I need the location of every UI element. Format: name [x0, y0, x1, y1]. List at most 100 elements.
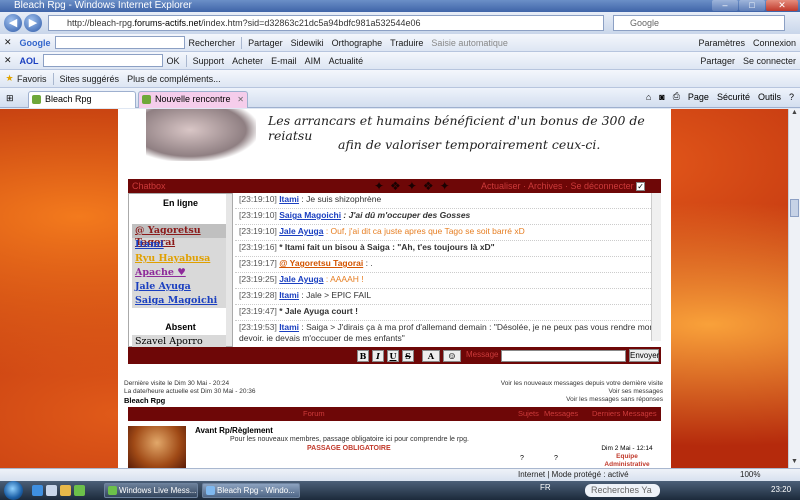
- sidewiki-button[interactable]: Sidewiki: [287, 34, 328, 51]
- new-messages-link[interactable]: Voir les nouveaux messages depuis votre …: [501, 380, 663, 388]
- online-scrollbar[interactable]: [226, 194, 232, 346]
- desktop-quicklaunch-icon[interactable]: [46, 485, 57, 496]
- strike-button[interactable]: S: [402, 350, 414, 362]
- message-links: Voir les nouveaux messages depuis votre …: [501, 380, 663, 404]
- message-author[interactable]: @ Yagoretsu Tagorai: [279, 258, 363, 268]
- message-author[interactable]: Itami: [279, 290, 299, 300]
- color-picker-button[interactable]: A: [422, 350, 440, 362]
- taskbar-search-input[interactable]: Recherches Ya: [585, 484, 660, 497]
- email-button[interactable]: E-mail: [267, 52, 301, 69]
- support-button[interactable]: Support: [189, 52, 229, 69]
- message-author[interactable]: Jale Ayuga: [279, 226, 323, 236]
- close-button[interactable]: ✕: [766, 0, 798, 11]
- favorites-button[interactable]: ★ Favoris: [0, 70, 51, 87]
- breadcrumb[interactable]: Bleach Rpg: [124, 397, 256, 405]
- home-icon[interactable]: ⌂: [646, 92, 651, 102]
- tab-bleach-rpg[interactable]: Bleach Rpg: [28, 91, 136, 108]
- smiley-button[interactable]: ☺: [443, 350, 461, 362]
- ie-quicklaunch-icon[interactable]: [32, 485, 43, 496]
- toolbar-close-icon[interactable]: ✕: [0, 52, 16, 69]
- last-post-date: Dim 2 Mai - 12:14: [601, 445, 653, 452]
- message-author[interactable]: Jale Ayuga: [279, 274, 323, 284]
- suggested-sites-button[interactable]: Sites suggérés: [56, 70, 124, 87]
- chat-message: [23:19:28] Itami : Jale > EPIC FAIL: [235, 289, 661, 305]
- taskbar-item-messenger[interactable]: Windows Live Mess...: [104, 483, 198, 498]
- chat-scrollbar[interactable]: [651, 193, 661, 341]
- chatbox-links-text[interactable]: Actualiser · Archives · Se déconnecter: [481, 181, 634, 191]
- online-user[interactable]: Saiga Magoichi: [132, 294, 226, 308]
- tab-nouvelle-rencontre[interactable]: Nouvelle rencontre avant ... ✕: [138, 91, 248, 119]
- last-post-author[interactable]: Equipe Administrative: [593, 453, 661, 468]
- online-user[interactable]: @ Yagoretsu Tagorai: [132, 224, 226, 248]
- shop-button[interactable]: Acheter: [228, 52, 267, 69]
- google-search-button[interactable]: Rechercher: [185, 34, 240, 51]
- page-menu[interactable]: Page: [688, 92, 709, 102]
- security-zone[interactable]: Internet | Mode protégé : activé: [518, 469, 629, 481]
- aim-button[interactable]: AIM: [301, 52, 325, 69]
- scroll-up-icon[interactable]: ▲: [789, 109, 800, 119]
- chat-message: [23:19:10] Jale Ayuga : Ouf, j'ai dit ca…: [235, 225, 661, 241]
- aol-signin-button[interactable]: Se connecter: [739, 56, 800, 66]
- feeds-icon[interactable]: ◙: [659, 92, 664, 102]
- aol-ok-button[interactable]: OK: [163, 52, 184, 69]
- own-messages-link[interactable]: Voir ses messages: [501, 388, 663, 396]
- minimize-button[interactable]: –: [712, 0, 738, 11]
- media-quicklaunch-icon[interactable]: [74, 485, 85, 496]
- taskbar-item-browser[interactable]: Bleach Rpg - Windo...: [202, 483, 300, 498]
- translate-button[interactable]: Traduire: [386, 34, 427, 51]
- online-user[interactable]: Ryu Hayabusa: [132, 252, 226, 266]
- news-button[interactable]: Actualité: [325, 52, 368, 69]
- bold-button[interactable]: B: [357, 350, 369, 362]
- away-title: Absent: [165, 322, 196, 332]
- online-user[interactable]: Apache ♥: [132, 266, 226, 280]
- share-button[interactable]: Partager: [244, 34, 287, 51]
- signin-button[interactable]: Connexion: [749, 38, 800, 48]
- back-button[interactable]: ◀: [4, 14, 22, 32]
- quick-tabs-icon[interactable]: ⊞: [6, 93, 14, 104]
- google-search-input[interactable]: [54, 36, 185, 49]
- language-indicator[interactable]: FR: [540, 483, 551, 492]
- chatbox-links[interactable]: Actualiser · Archives · Se déconnecter ✓: [481, 179, 646, 193]
- message-author[interactable]: Itami: [279, 322, 299, 332]
- unanswered-link[interactable]: Voir les messages sans réponses: [501, 396, 663, 404]
- security-menu[interactable]: Sécurité: [717, 92, 750, 102]
- page-scrollbar[interactable]: ▲ ▼: [788, 109, 800, 468]
- more-addons-button[interactable]: Plus de compléments...: [123, 70, 225, 87]
- chatbox-checkbox[interactable]: ✓: [636, 182, 646, 192]
- tab-close-icon[interactable]: ✕: [237, 92, 244, 107]
- message-author[interactable]: Saiga Magoichi: [279, 210, 341, 220]
- underline-button[interactable]: U: [387, 350, 399, 362]
- online-user[interactable]: Jale Ayuga: [132, 280, 226, 294]
- search-input[interactable]: Google: [613, 15, 785, 31]
- online-user[interactable]: Itami: [132, 238, 226, 252]
- address-bar[interactable]: http://bleach-rpg.forums-actifs.net/inde…: [48, 15, 604, 31]
- zoom-level[interactable]: 100%: [740, 469, 760, 481]
- start-button[interactable]: [4, 481, 23, 500]
- message-input[interactable]: [501, 350, 626, 362]
- settings-button[interactable]: Paramètres: [694, 38, 749, 48]
- italic-button[interactable]: I: [372, 350, 384, 362]
- toolbar-close-icon[interactable]: ✕: [0, 34, 16, 51]
- print-icon[interactable]: ⎙: [673, 91, 680, 102]
- aol-share-button[interactable]: Partager: [696, 56, 739, 66]
- forward-button[interactable]: ▶: [24, 14, 42, 32]
- aol-search-input[interactable]: [42, 54, 163, 67]
- message-author[interactable]: Itami: [279, 194, 299, 204]
- forum-title[interactable]: Avant Rp/Règlement: [195, 426, 273, 435]
- tools-menu[interactable]: Outils: [758, 92, 781, 102]
- maximize-button[interactable]: □: [739, 0, 765, 11]
- help-icon[interactable]: ?: [789, 92, 794, 102]
- tab-favicon: [32, 95, 41, 104]
- autofill-button[interactable]: Saisie automatique: [427, 34, 512, 51]
- scroll-down-icon[interactable]: ▼: [789, 458, 800, 468]
- clock[interactable]: 23:20: [771, 485, 791, 494]
- forum-description: Pour les nouveaux membres, passage oblig…: [230, 436, 469, 443]
- message-time: [23:19:47]: [239, 306, 277, 316]
- scroll-thumb[interactable]: [790, 199, 799, 217]
- spelling-button[interactable]: Orthographe: [328, 34, 387, 51]
- folder-quicklaunch-icon[interactable]: [60, 485, 71, 496]
- send-button[interactable]: Envoyer: [629, 349, 659, 362]
- message-text: : Jale > EPIC FAIL: [299, 290, 372, 300]
- message-text: : J'ai dû m'occuper des Gosses: [341, 210, 471, 220]
- message-time: [23:19:25]: [239, 274, 277, 284]
